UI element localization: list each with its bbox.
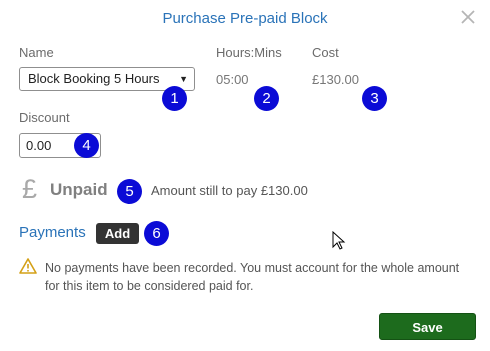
annotation-badge-5: 5 [117, 179, 142, 204]
discount-label: Discount [19, 110, 70, 125]
mouse-cursor-icon [332, 231, 346, 250]
annotation-badge-2: 2 [254, 86, 279, 111]
add-payment-button[interactable]: Add [96, 223, 139, 244]
name-select-value: Block Booking 5 Hours [28, 71, 160, 86]
cost-value: £130.00 [312, 72, 359, 87]
annotation-badge-3: 3 [362, 86, 387, 111]
amount-remaining: Amount still to pay £130.00 [151, 183, 308, 198]
payments-heading: Payments [19, 224, 86, 241]
annotation-badge-1: 1 [162, 86, 187, 111]
warning-triangle-icon [19, 258, 37, 274]
annotation-badge-6: 6 [144, 221, 169, 246]
payment-status: Unpaid [50, 180, 108, 199]
pound-sign-icon: £ [22, 174, 38, 204]
annotation-badge-4: 4 [74, 133, 99, 158]
close-icon[interactable] [458, 7, 478, 27]
hours-value: 05:00 [216, 72, 249, 87]
save-button[interactable]: Save [379, 313, 476, 340]
no-payments-warning: No payments have been recorded. You must… [45, 261, 460, 293]
cost-label: Cost [312, 45, 339, 60]
hours-label: Hours:Mins [216, 45, 282, 60]
name-label: Name [19, 45, 54, 60]
dialog-title: Purchase Pre-paid Block [162, 10, 328, 27]
